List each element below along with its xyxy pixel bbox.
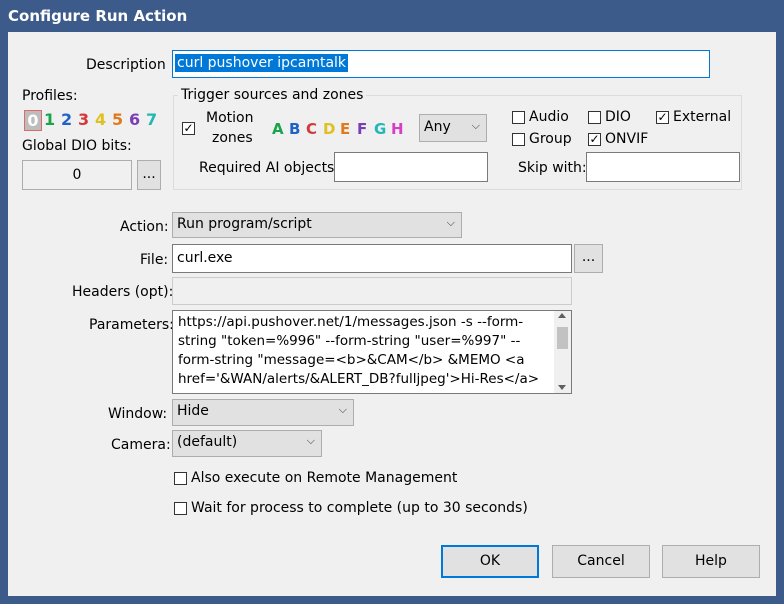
parameters-line: https://api.pushover.net/1/messages.json… — [178, 314, 524, 330]
zone-any-value: Any — [424, 119, 451, 135]
dio-checkbox[interactable] — [588, 111, 601, 124]
onvif-checkbox[interactable]: ✓ — [588, 133, 601, 146]
window-value: Hide — [177, 403, 209, 419]
motion-zones-checkbox[interactable]: ✓ — [182, 122, 195, 135]
wait-process-checkbox[interactable] — [174, 502, 187, 515]
description-value: curl pushover ipcamtalk — [175, 54, 349, 72]
onvif-label: ONVIF — [605, 131, 649, 147]
zone-any-select[interactable]: Any ⌵ — [419, 114, 487, 142]
skip-with-input[interactable] — [586, 152, 740, 182]
zone-d[interactable]: D — [323, 120, 335, 138]
file-input[interactable]: curl.exe — [172, 244, 572, 273]
zone-c[interactable]: C — [306, 120, 317, 138]
required-ai-input[interactable] — [334, 152, 488, 182]
check-icon: ✓ — [589, 132, 600, 146]
scroll-up-icon[interactable] — [558, 313, 566, 318]
profile-0[interactable]: 0 — [24, 110, 42, 131]
dialog-window: Configure Run Action Description curl pu… — [0, 0, 784, 604]
profiles-label: Profiles: — [22, 88, 78, 104]
parameters-scrollbar[interactable] — [554, 311, 571, 393]
action-value: Run program/script — [177, 216, 312, 232]
motion-zones-label-1: Motion — [206, 110, 254, 126]
scroll-down-icon[interactable] — [558, 385, 566, 390]
chevron-down-icon: ⌵ — [471, 119, 480, 132]
scrollbar-thumb[interactable] — [557, 327, 568, 349]
action-label: Action: — [120, 219, 169, 235]
headers-input[interactable] — [172, 277, 572, 305]
parameters-textarea[interactable]: https://api.pushover.net/1/messages.json… — [172, 310, 572, 394]
parameters-line: href='&WAN/alerts/&ALERT_DB?fulljpeg'>Hi… — [178, 371, 540, 387]
global-dio-browse-button[interactable]: ... — [137, 160, 161, 190]
global-dio-field[interactable]: 0 — [22, 160, 132, 190]
profile-4[interactable]: 4 — [95, 110, 106, 129]
headers-label: Headers (opt): — [72, 284, 174, 300]
profile-5[interactable]: 5 — [112, 110, 123, 129]
ok-button[interactable]: OK — [441, 545, 539, 578]
zone-f[interactable]: F — [357, 120, 367, 138]
audio-label: Audio — [529, 109, 569, 125]
zone-g[interactable]: G — [374, 120, 386, 138]
motion-zones-label-2: zones — [212, 130, 253, 146]
action-select[interactable]: Run program/script ⌵ — [172, 212, 462, 238]
group-label: Group — [529, 131, 572, 147]
cancel-button[interactable]: Cancel — [552, 545, 650, 578]
external-checkbox[interactable]: ✓ — [656, 111, 669, 124]
profile-6[interactable]: 6 — [129, 110, 140, 129]
parameters-label: Parameters: — [89, 317, 174, 333]
description-label: Description — [86, 57, 166, 73]
camera-select[interactable]: (default) ⌵ — [172, 430, 322, 457]
chevron-down-icon: ⌵ — [446, 216, 455, 229]
description-input[interactable]: curl pushover ipcamtalk — [172, 50, 710, 78]
check-icon: ✓ — [657, 110, 668, 124]
dio-label: DIO — [605, 109, 631, 125]
external-label: External — [673, 109, 732, 125]
profiles-selector[interactable]: 0 1 2 3 4 5 6 7 — [24, 110, 164, 132]
zones-selector[interactable]: A B C D E F G H — [272, 120, 412, 142]
window-label: Window: — [108, 406, 168, 422]
file-browse-button[interactable]: ... — [574, 244, 603, 273]
group-checkbox[interactable] — [512, 133, 525, 146]
window-select[interactable]: Hide ⌵ — [172, 399, 354, 426]
chevron-down-icon: ⌵ — [306, 434, 315, 447]
also-execute-checkbox[interactable] — [174, 472, 187, 485]
global-dio-label: Global DIO bits: — [22, 138, 132, 154]
help-button[interactable]: Help — [662, 545, 760, 578]
parameters-line: form-string "message=<b>&CAM</b> &MEMO <… — [178, 352, 525, 368]
profile-1[interactable]: 1 — [44, 110, 55, 129]
profile-3[interactable]: 3 — [78, 110, 89, 129]
profile-7[interactable]: 7 — [146, 110, 157, 129]
audio-checkbox[interactable] — [512, 111, 525, 124]
zone-a[interactable]: A — [272, 120, 284, 138]
skip-with-label: Skip with: — [518, 160, 587, 176]
check-icon: ✓ — [183, 121, 194, 135]
camera-label: Camera: — [111, 437, 171, 453]
wait-process-label: Wait for process to complete (up to 30 s… — [191, 500, 528, 516]
camera-value: (default) — [177, 434, 238, 450]
trigger-group-title: Trigger sources and zones — [178, 87, 367, 103]
profile-2[interactable]: 2 — [61, 110, 72, 129]
file-label: File: — [140, 252, 169, 268]
chevron-down-icon: ⌵ — [338, 403, 347, 416]
zone-b[interactable]: B — [289, 120, 300, 138]
required-ai-label: Required AI objects: — [199, 160, 340, 176]
zone-h[interactable]: H — [391, 120, 404, 138]
zone-e[interactable]: E — [340, 120, 350, 138]
also-execute-label: Also execute on Remote Management — [191, 470, 458, 486]
parameters-line: string "token=%996" --form-string "user=… — [178, 333, 521, 349]
dialog-client-area: Description curl pushover ipcamtalk Prof… — [8, 32, 776, 596]
window-title: Configure Run Action — [8, 7, 188, 25]
title-bar[interactable]: Configure Run Action — [0, 0, 784, 32]
